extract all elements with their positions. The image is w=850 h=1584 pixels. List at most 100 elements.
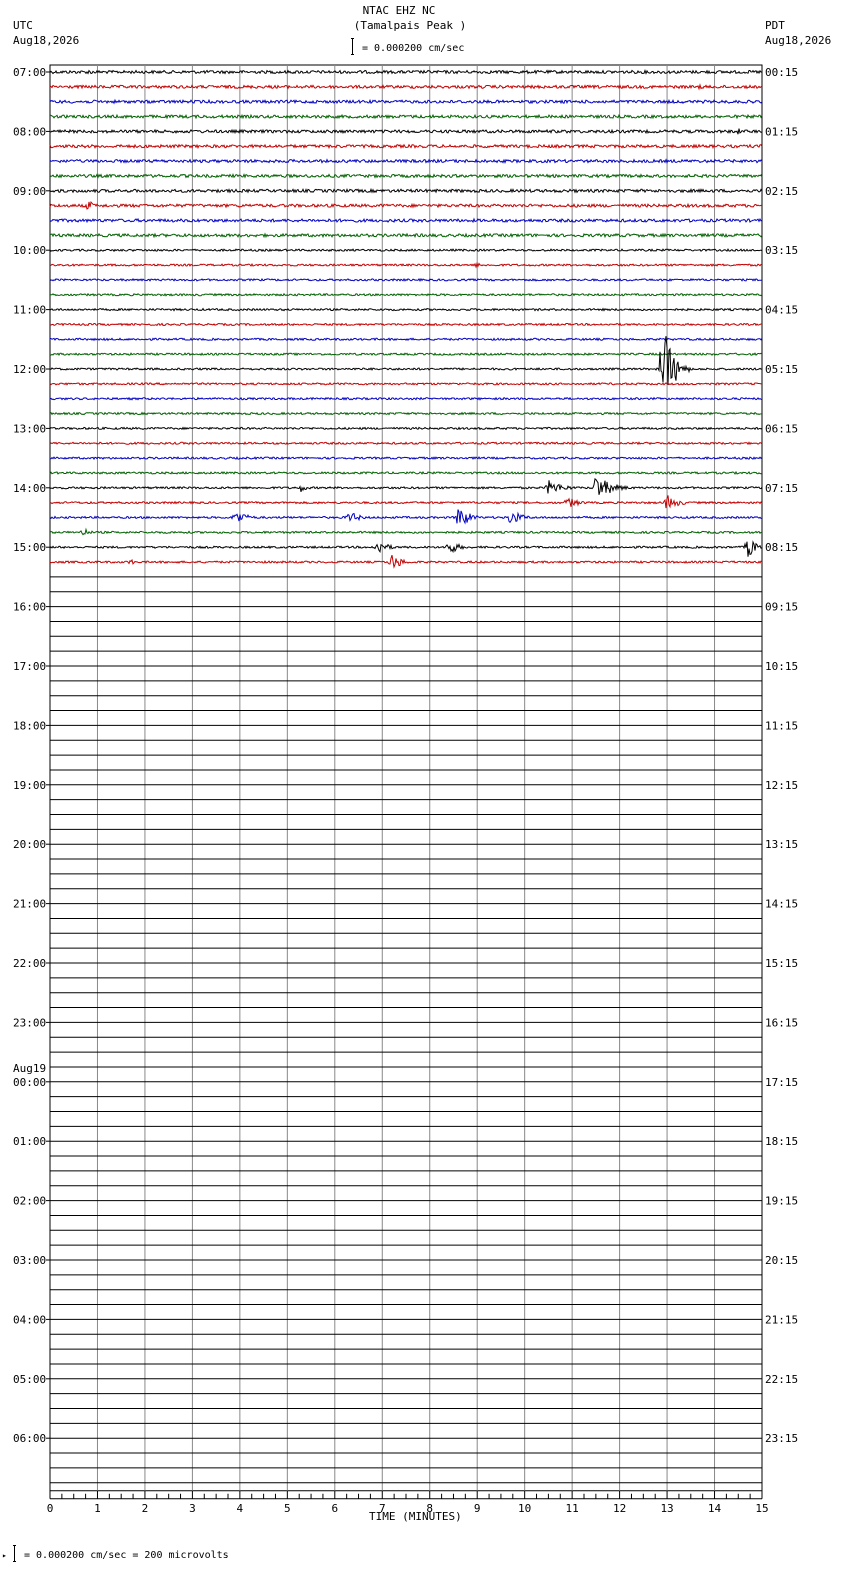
utc-hour-label: 01:00 [13,1135,46,1148]
trace-row-9 [49,201,763,210]
trace-row-2 [49,98,763,105]
trace-row-8 [49,187,763,194]
seismogram-chart: 07:00 08:00 09:00 10:00 11:00 12:00 13:00 14:00… [13,64,798,1515]
trace-row-29 [49,495,763,509]
trace-row-7 [49,173,763,179]
trace-row-28 [49,478,763,495]
pdt-hour-label: 10:15 [765,660,798,673]
pdt-hour-label: 15:15 [765,957,798,970]
trace-row-31 [49,527,762,536]
utc-hour-label: 22:00 [13,957,46,970]
trace-row-18 [49,337,763,342]
pdt-hour-label: 16:15 [765,1016,798,1029]
utc-hour-label: 10:00 [13,244,46,257]
pdt-hour-label: 13:15 [765,838,798,851]
pdt-hour-label: 03:15 [765,244,798,257]
utc-hour-label: 23:00 [13,1016,46,1029]
pdt-hour-label: 19:15 [765,1195,798,1208]
trace-row-30 [49,509,763,525]
x-tick-label: 13 [660,1502,673,1515]
trace-row-20 [49,336,763,385]
pdt-hour-label: 14:15 [765,898,798,911]
x-tick-label: 9 [474,1502,481,1515]
pdt-hour-label: 02:15 [765,185,798,198]
trace-row-3 [49,113,763,120]
trace-row-26 [49,456,763,461]
footer-scale-text: = 0.000200 cm/sec = 200 microvolts [24,1550,229,1561]
trace-row-16 [49,307,763,312]
x-tick-label: 15 [755,1502,768,1515]
x-tick-label: 6 [331,1502,338,1515]
trace-row-22 [49,396,763,401]
pdt-hour-label: 00:15 [765,66,798,79]
pdt-hour-label: 11:15 [765,719,798,732]
trace-row-10 [49,217,763,224]
trace-row-13 [49,261,762,269]
trace-row-15 [50,292,763,297]
x-tick-label: 12 [613,1502,626,1515]
pdt-hour-label: 12:15 [765,779,798,792]
x-tick-label: 0 [47,1502,54,1515]
trace-row-14 [49,277,763,283]
trace-row-12 [49,248,763,253]
x-tick-label: 10 [518,1502,531,1515]
utc-hour-label: 04:00 [13,1313,46,1326]
trace-row-27 [49,470,763,475]
utc-hour-label: 19:00 [13,779,46,792]
trace-row-11 [49,232,763,239]
trace-row-17 [49,322,763,327]
pdt-hour-label: 09:15 [765,601,798,614]
trace-row-25 [49,441,763,446]
trace-row-6 [49,158,763,165]
trace-row-19 [49,352,763,357]
x-axis-label: TIME (MINUTES) [369,1510,462,1523]
x-tick-label: 4 [237,1502,244,1515]
x-tick-label: 5 [284,1502,291,1515]
x-tick-label: 2 [142,1502,149,1515]
utc-hour-label: 07:00 [13,66,46,79]
trace-row-33 [49,554,763,569]
trace-row-5 [49,143,763,150]
utc-hour-label: 21:00 [13,898,46,911]
utc-hour-label: 14:00 [13,482,46,495]
trace-row-23 [49,411,763,416]
utc-hour-label: 00:00 [13,1076,46,1089]
trace-row-0 [49,68,763,75]
utc-hour-label: 05:00 [13,1373,46,1386]
utc-hour-label: 02:00 [13,1195,46,1208]
pdt-hour-label: 22:15 [765,1373,798,1386]
x-tick-label: 14 [708,1502,722,1515]
footer-scale-bar-icon [13,1545,16,1562]
trace-row-24 [49,426,763,431]
utc-hour-label: 20:00 [13,838,46,851]
pdt-hour-label: 04:15 [765,304,798,317]
pdt-hour-label: 17:15 [765,1076,798,1089]
trace-row-21 [49,381,762,386]
seismic-traces [49,68,763,569]
utc-hour-label: 17:00 [13,660,46,673]
x-tick-label: 11 [566,1502,579,1515]
trace-row-32 [49,540,763,557]
pdt-hour-label: 23:15 [765,1432,798,1445]
x-tick-label: 3 [189,1502,196,1515]
trace-row-4 [49,128,763,135]
utc-hour-label: 12:00 [13,363,46,376]
utc-hour-label: 13:00 [13,422,46,435]
utc-hour-label: 08:00 [13,125,46,138]
utc-hour-label: 11:00 [13,304,46,317]
pdt-hour-label: 08:15 [765,541,798,554]
x-tick-label: 1 [94,1502,101,1515]
pdt-hour-label: 21:15 [765,1313,798,1326]
pdt-hour-label: 01:15 [765,125,798,138]
pdt-hour-label: 06:15 [765,422,798,435]
utc-hour-label: 09:00 [13,185,46,198]
utc-hour-label: 18:00 [13,719,46,732]
utc-hour-label: 06:00 [13,1432,46,1445]
footer-marker-icon: ▸ [2,1551,7,1560]
pdt-hour-label: 07:15 [765,482,798,495]
pdt-hour-label: 18:15 [765,1135,798,1148]
utc-hour-label: 15:00 [13,541,46,554]
trace-row-1 [49,83,763,91]
pdt-hour-label: 05:15 [765,363,798,376]
utc-hour-label: 16:00 [13,601,46,614]
